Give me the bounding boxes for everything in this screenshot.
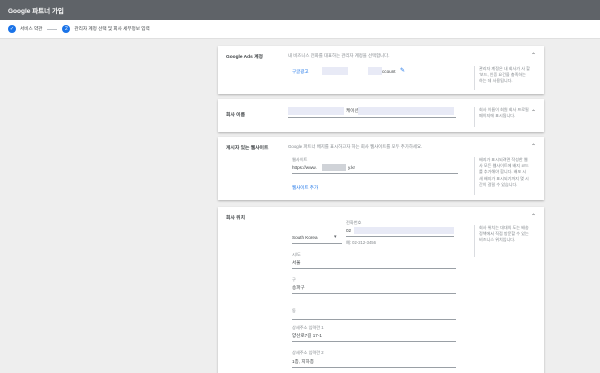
field-value-district: 송파구 [292, 285, 305, 290]
ads-account-name[interactable]: 구글광고 [292, 69, 309, 75]
app-header: Google 파트너 가입 [0, 0, 600, 20]
websites-title: 게시자 있는 웹사이트 [226, 146, 269, 151]
redacted-account-id [322, 67, 348, 75]
redacted-phone-number [354, 227, 454, 234]
check-icon: ✓ [8, 25, 16, 33]
step-terms-label: 서비스 약관 [20, 26, 43, 31]
location-title: 회사 위치 [226, 216, 245, 221]
field-value-address1: 양산로7길 17-1 [292, 333, 322, 338]
website-field-label: 웹사이트 [292, 157, 308, 162]
step-terms[interactable]: ✓ 서비스 약관 [8, 25, 42, 33]
company-name-value: 케이션 [346, 108, 359, 113]
ads-account-card: Google Ads 계정 내 비즈니스 전화를 대표하는 관리자 계정을 선택… [218, 46, 544, 94]
step-details-label: 관리자 계정 선택 및 회사 세부정보 입력 [74, 26, 150, 31]
websites-help: 배지가 표시되려면 작성한 웹 사 모든 웹사이트에 배지 코드를 추가해야 합… [474, 157, 530, 195]
field-label-district: 구 [292, 277, 296, 282]
dong-field-line[interactable] [292, 319, 456, 320]
field-value-city: 서울 [292, 260, 301, 265]
website-field-line[interactable] [292, 173, 458, 174]
edit-pencil-icon[interactable]: ✎ [400, 67, 405, 74]
redacted-website-domain [322, 164, 346, 171]
signup-stepper: ✓ 서비스 약관 2 관리자 계정 선택 및 회사 세부정보 입력 [0, 20, 600, 39]
company-name-field-line[interactable] [288, 117, 456, 118]
redacted-company-suffix [358, 107, 454, 115]
field-label-dong: 동 [292, 308, 296, 313]
websites-card: 게시자 있는 웹사이트 Google 파트너 배지를 표시하고자 하는 회사 웹… [218, 137, 544, 200]
phone-prefix: 02 [346, 228, 352, 233]
website-url-prefix: https://www. [292, 165, 317, 170]
field-label-city: 시/도 [292, 252, 301, 257]
collapse-chevron-icon[interactable]: ⌃ [531, 213, 536, 220]
collapse-chevron-icon[interactable]: ⌃ [531, 143, 536, 150]
collapse-chevron-icon[interactable]: ⌃ [531, 109, 536, 116]
company-name-card: 회사 이름 ⌃ 케이션 회사 이름이 회원 회사 프로필 페이지에 표시됩니다. [218, 99, 544, 132]
address2-field-line[interactable] [292, 367, 456, 368]
step-number-badge: 2 [62, 25, 71, 33]
district-field-line[interactable] [292, 293, 456, 294]
websites-desc: Google 파트너 배지를 표시하고자 하는 회사 웹사이트를 모두 추가하세… [288, 144, 423, 149]
country-select-value[interactable]: South Korea [292, 235, 318, 240]
step-details[interactable]: 2 관리자 계정 선택 및 회사 세부정보 입력 [62, 25, 150, 33]
phone-label: 전화번호 [346, 220, 362, 225]
ads-account-help: 관리자 계정은 내 회사가 사 할 ‘보드, 인증 요건을 충족하는 하는 데 … [474, 66, 530, 90]
field-label-address1: 상세주소 입력란 1 [292, 325, 324, 330]
ads-account-desc: 내 비즈니스 전화를 대표하는 관리자 계정을 선택합니다. [288, 53, 390, 58]
add-website-link[interactable]: 웹사이트 추가 [292, 185, 318, 191]
dropdown-arrow-icon[interactable]: ▾ [334, 234, 337, 240]
ads-account-title: Google Ads 계정 [226, 55, 263, 60]
country-select-line[interactable] [292, 243, 342, 244]
field-value-address2: 1층, 지하층 [292, 359, 315, 364]
app-title: Google 파트너 가입 [8, 8, 64, 15]
phone-field-line[interactable] [346, 236, 454, 237]
address1-field-line[interactable] [292, 341, 456, 342]
website-url-suffix: y.kr [348, 165, 356, 170]
field-label-address2: 상세주소 입력란 2 [292, 350, 324, 355]
redacted-company-prefix [288, 107, 344, 115]
location-help: 회사 위치는 대대의 도는 배송 정책에서 직접 방문할 수 있는 비즈니스 위… [474, 225, 530, 257]
company-name-title: 회사 이름 [226, 113, 245, 118]
step-separator [47, 28, 58, 30]
collapse-chevron-icon[interactable]: ⌃ [531, 52, 536, 59]
ads-account-suffix: ccount [382, 69, 396, 74]
company-name-help: 회사 이름이 회원 회사 프로필 페이지에 표시됩니다. [474, 107, 530, 127]
phone-example: 예: 02-212-3456 [346, 240, 376, 245]
location-card: 회사 위치 ⌃ South Korea ▾ 전화번호 02 예: 02-212-… [218, 207, 544, 373]
redacted-account-name [368, 67, 382, 75]
city-field-line[interactable] [292, 268, 456, 269]
